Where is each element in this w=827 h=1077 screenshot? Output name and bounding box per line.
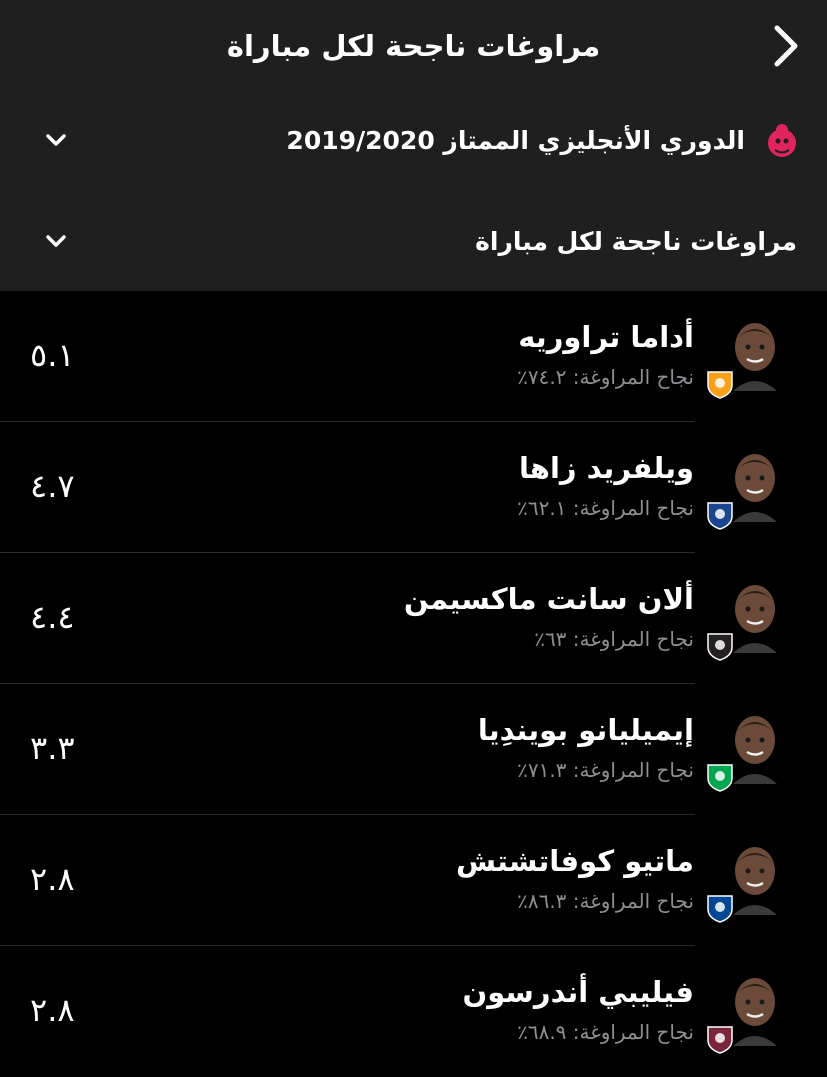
player-row[interactable]: ٣.٣ إيميليانو بويندِيا نجاح المراوغة: ٧١… — [0, 684, 827, 815]
player-name: إيميليانو بويندِيا — [477, 713, 694, 747]
chevron-right-icon — [774, 25, 798, 67]
dribble-success-rate: نجاح المراوغة: ٦٨.٩٪ — [517, 1020, 694, 1044]
dribble-success-rate: نجاح المراوغة: ٧١.٣٪ — [517, 758, 694, 782]
player-row[interactable]: ٤.٧ ويلفريد زاها نجاح المراوغة: ٦٢.١٪ — [0, 422, 827, 553]
league-selector-label: الدوري الأنجليزي الممتاز 2019/2020 — [286, 125, 745, 155]
stat-selector-label: مراوغات ناجحة لكل مباراة — [475, 226, 797, 256]
stat-value: ٤.٧ — [30, 467, 75, 505]
chelsea-badge-icon — [707, 895, 733, 923]
dribble-success-rate: نجاح المراوغة: ٦٢.١٪ — [517, 496, 694, 520]
player-row[interactable]: ٥.١ أداما تراوريه نجاح المراوغة: ٧٤.٢٪ — [0, 291, 827, 422]
league-selector[interactable]: الدوري الأنجليزي الممتاز 2019/2020 — [0, 105, 827, 175]
player-name: ماتيو كوفاتشتش — [455, 844, 694, 878]
dribble-success-rate: نجاح المراوغة: ٨٦.٣٪ — [517, 889, 694, 913]
norwich-badge-icon — [707, 764, 733, 792]
top-bar: مراوغات ناجحة لكل مباراة الدوري الأنجليز… — [0, 0, 827, 291]
player-row[interactable]: ٢.٨ فيليبي أندرسون نجاح المراوغة: ٦٨.٩٪ — [0, 946, 827, 1077]
west-ham-badge-icon — [707, 1026, 733, 1054]
crystal-palace-badge-icon — [707, 502, 733, 530]
chevron-down-icon — [46, 235, 66, 247]
player-name: ألان سانت ماكسيمن — [403, 582, 694, 616]
stat-value: ٢.٨ — [30, 991, 75, 1029]
chevron-down-icon — [46, 134, 66, 146]
player-row[interactable]: ٤.٤ ألان سانت ماكسيمن نجاح المراوغة: ٦٣٪ — [0, 553, 827, 684]
stat-value: ٤.٤ — [30, 598, 75, 636]
page-title: مراوغات ناجحة لكل مباراة — [226, 29, 601, 63]
stat-selector[interactable]: مراوغات ناجحة لكل مباراة — [0, 206, 827, 276]
dribble-success-rate: نجاح المراوغة: ٧٤.٢٪ — [517, 365, 694, 389]
back-button[interactable] — [761, 20, 809, 72]
stat-value: ٥.١ — [30, 336, 75, 374]
players-list: ٥.١ أداما تراوريه نجاح المراوغة: ٧٤.٢٪ ٤… — [0, 291, 827, 1077]
stat-value: ٢.٨ — [30, 860, 75, 898]
player-name: فيليبي أندرسون — [462, 975, 694, 1009]
player-name: ويلفريد زاها — [518, 451, 694, 485]
wolves-badge-icon — [707, 371, 733, 399]
player-row[interactable]: ٢.٨ ماتيو كوفاتشتش نجاح المراوغة: ٨٦.٣٪ — [0, 815, 827, 946]
player-name: أداما تراوريه — [518, 320, 694, 354]
stat-value: ٣.٣ — [30, 729, 75, 767]
premier-league-icon — [768, 124, 796, 157]
newcastle-badge-icon — [707, 633, 733, 661]
dribble-success-rate: نجاح المراوغة: ٦٣٪ — [534, 627, 694, 651]
